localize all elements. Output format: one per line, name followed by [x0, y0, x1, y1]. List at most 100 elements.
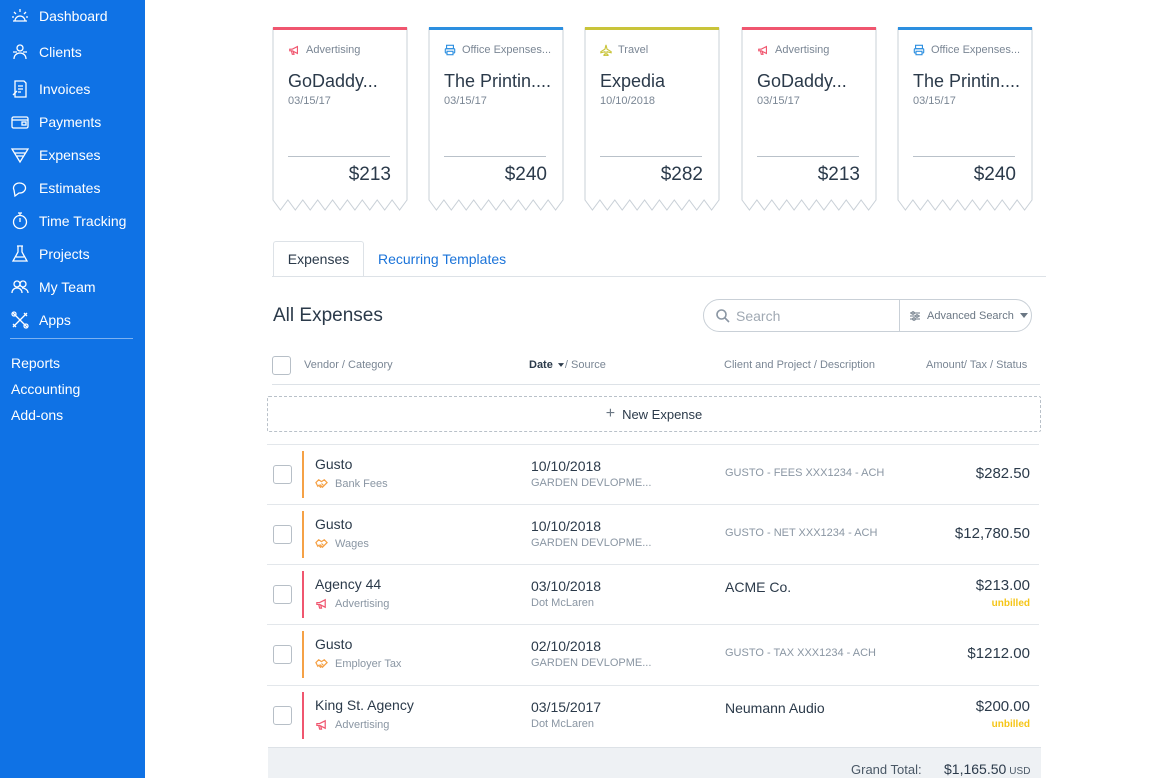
row-source: Dot McLaren: [531, 597, 594, 609]
sidebar-item-invoices[interactable]: Invoices: [10, 76, 90, 102]
row-checkbox[interactable]: [273, 706, 292, 725]
card-date: 03/15/17: [757, 95, 800, 107]
search-icon: [715, 308, 731, 324]
row-category-bar: [302, 631, 304, 678]
row-category: Advertising: [315, 718, 389, 731]
row-category-label: Advertising: [335, 597, 390, 610]
sidebar-item-dashboard[interactable]: Dashboard: [10, 3, 108, 29]
card-category-label: Office Expenses...: [462, 44, 552, 56]
tabs-divider: [272, 276, 1046, 277]
advanced-search-label: Advanced Search: [927, 309, 1014, 322]
expense-card[interactable]: Travel Expedia 10/10/2018 $282: [584, 26, 720, 212]
flask-icon: [10, 244, 30, 264]
column-amount-status[interactable]: Amount/ Tax / Status: [926, 359, 1027, 371]
column-client-project[interactable]: Client and Project / Description: [724, 359, 875, 371]
card-amount: $213: [348, 164, 391, 185]
card-date: 03/15/17: [444, 95, 487, 107]
expense-card[interactable]: Office Expenses... The Printin.... 03/15/1…: [897, 26, 1033, 212]
sidebar-item-time-tracking[interactable]: Time Tracking: [10, 208, 126, 234]
plus-icon: +: [605, 405, 616, 422]
sidebar-item-apps[interactable]: Apps: [10, 307, 71, 333]
card-category-label: Advertising: [775, 44, 830, 56]
handshake-icon: [315, 537, 328, 550]
new-expense-label: New Expense: [622, 406, 703, 422]
table-row[interactable]: Gusto Wages 10/10/2018 GARDEN DEVLOPME... GU…: [267, 504, 1039, 565]
advanced-search-button[interactable]: Advanced Search: [909, 300, 1034, 331]
row-checkbox[interactable]: [273, 465, 292, 484]
card-category-label: Travel: [618, 44, 649, 56]
card-date: 03/15/17: [913, 95, 956, 107]
sidebar-link-accounting[interactable]: Accounting: [11, 381, 80, 397]
card-category-label: Office Expenses...: [931, 44, 1021, 56]
row-vendor[interactable]: Agency 44: [315, 576, 381, 592]
row-source: GARDEN DEVLOPME...: [531, 657, 652, 669]
card-vendor: Expedia: [600, 71, 666, 91]
sidebar-item-projects[interactable]: Projects: [10, 241, 90, 267]
card-category-label: Advertising: [306, 44, 361, 56]
plane-icon: [600, 44, 612, 56]
payments-icon: [10, 112, 30, 132]
row-description: GUSTO - TAX XXX1234 - ACH: [725, 647, 876, 659]
sidebar-item-clients[interactable]: Clients: [10, 39, 82, 65]
search-divider: [899, 300, 900, 331]
sliders-icon: [910, 310, 920, 321]
grand-total-value: $1,165.50 USD: [944, 761, 1030, 777]
row-category-bar: [302, 571, 304, 618]
column-date-label: Date: [529, 359, 553, 371]
dashboard-icon: [10, 6, 30, 26]
table-row[interactable]: Gusto Employer Tax 02/10/2018 GARDEN DEVLOP…: [267, 624, 1039, 685]
sidebar-item-payments[interactable]: Payments: [10, 109, 101, 135]
grand-total-amount: $1,165.50: [944, 761, 1007, 777]
tab-expenses[interactable]: Expenses: [273, 241, 364, 277]
search-input[interactable]: [736, 307, 896, 324]
apps-icon: [10, 310, 30, 330]
grand-total-label: Grand Total:: [851, 762, 922, 777]
sidebar: Dashboard Clients Invoices Payments Expe…: [0, 0, 145, 778]
megaphone-icon: [288, 44, 300, 56]
row-vendor[interactable]: King St. Agency: [315, 697, 414, 713]
sidebar-link-reports[interactable]: Reports: [11, 355, 60, 371]
estimates-icon: [10, 178, 30, 198]
card-date: 10/10/2018: [600, 95, 656, 107]
sort-down-icon: [557, 363, 564, 367]
row-amount: $1212.00: [967, 645, 1030, 662]
card-date: 03/15/17: [288, 95, 331, 107]
column-vendor-category[interactable]: Vendor / Category: [304, 359, 393, 371]
row-checkbox[interactable]: [273, 585, 292, 604]
row-amount: $200.00: [975, 698, 1030, 715]
row-date: 02/10/2018: [531, 638, 602, 654]
card-category: Office Expenses...: [913, 44, 1020, 56]
megaphone-icon: [757, 44, 769, 56]
column-date-source[interactable]: Date / Source: [529, 359, 606, 371]
row-checkbox[interactable]: [273, 645, 292, 664]
row-vendor[interactable]: Gusto: [315, 516, 352, 532]
table-row[interactable]: Gusto Bank Fees 10/10/2018 GARDEN DEVLOPME.…: [267, 444, 1039, 505]
card-divider: [600, 156, 702, 157]
grand-total-bar: Grand Total: $1,165.50 USD: [268, 747, 1041, 778]
row-description: GUSTO - NET XXX1234 - ACH: [725, 527, 878, 539]
row-category-bar: [302, 451, 304, 498]
header-divider: [272, 384, 1040, 385]
table-row[interactable]: King St. Agency Advertising 03/15/2017 Dot …: [267, 685, 1039, 746]
team-icon: [10, 277, 30, 297]
expense-card[interactable]: Office Expenses... The Printin.... 03/15/1…: [428, 26, 564, 212]
row-vendor[interactable]: Gusto: [315, 456, 352, 472]
row-checkbox[interactable]: [273, 525, 292, 544]
new-expense-button[interactable]: + New Expense: [267, 396, 1041, 432]
row-amount: $12,780.50: [954, 525, 1030, 542]
row-category: Wages: [315, 537, 369, 550]
table-row[interactable]: Agency 44 Advertising 03/10/2018 Dot McLare…: [267, 564, 1039, 625]
tab-recurring-templates[interactable]: Recurring Templates: [378, 241, 506, 277]
row-vendor[interactable]: Gusto: [315, 636, 352, 652]
sidebar-item-expenses[interactable]: Expenses: [10, 142, 100, 168]
page-title: All Expenses: [273, 305, 383, 326]
sidebar-item-my-team[interactable]: My Team: [10, 274, 96, 300]
sidebar-link-add-ons[interactable]: Add-ons: [11, 407, 63, 423]
select-all-checkbox[interactable]: [272, 356, 291, 375]
expense-card[interactable]: Advertising GoDaddy... 03/15/17 $213: [272, 26, 408, 212]
expense-card[interactable]: Advertising GoDaddy... 03/15/17 $213: [741, 26, 877, 212]
card-divider: [913, 156, 1015, 157]
megaphone-icon: [315, 718, 328, 731]
sidebar-item-estimates[interactable]: Estimates: [10, 175, 100, 201]
card-vendor: GoDaddy...: [288, 71, 378, 91]
